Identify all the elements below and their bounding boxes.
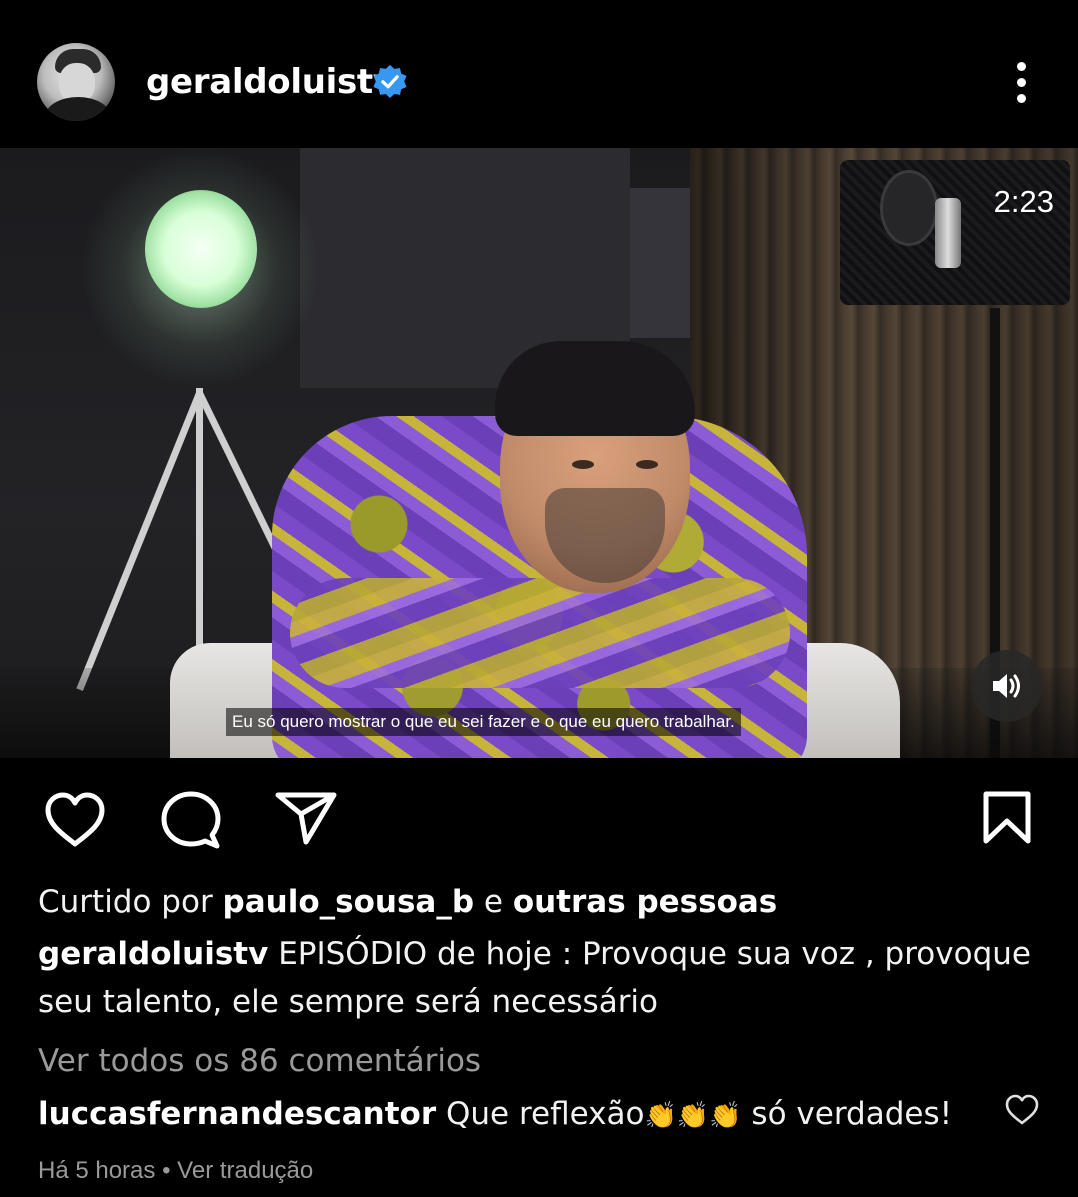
clapping-hands-emoji: 👏👏👏 (644, 1101, 742, 1131)
person-crossed-arms (290, 578, 790, 688)
video-subtitle: Eu só quero mostrar o que eu sei fazer e… (226, 708, 741, 736)
more-vertical-icon[interactable] (1004, 58, 1040, 106)
comment-bubble-icon[interactable] (160, 790, 222, 850)
comment-text-end: só verdades! (741, 1096, 953, 1132)
pop-filter (880, 170, 938, 246)
person-eye (636, 460, 658, 469)
comment-heart-icon[interactable] (1004, 1094, 1040, 1126)
caption-username[interactable]: geraldoluistv (38, 936, 268, 972)
person-eye (572, 460, 594, 469)
post-username[interactable]: geraldoluistv (146, 58, 395, 106)
top-comment: luccasfernandescantor Que reflexão👏👏👏 só… (38, 1090, 952, 1140)
verified-badge-icon (373, 64, 407, 98)
post-header: geraldoluistv (0, 0, 1078, 148)
liked-by-others[interactable]: outras pessoas (513, 884, 777, 920)
avatar-body (45, 97, 111, 121)
studio-light (145, 190, 257, 308)
likes-prefix: Curtido por (38, 884, 223, 920)
liked-by-user[interactable]: paulo_sousa_b (223, 884, 474, 920)
studio-microphone (935, 198, 961, 268)
likes-connector: e (474, 884, 513, 920)
likes-summary[interactable]: Curtido por paulo_sousa_b e outras pesso… (38, 880, 777, 924)
person-hair (495, 341, 695, 436)
heart-icon[interactable] (44, 792, 106, 848)
post-video[interactable] (0, 148, 1078, 758)
send-icon[interactable] (274, 790, 338, 846)
see-translation-link[interactable]: Ver tradução (177, 1157, 313, 1184)
post-caption: geraldoluistv EPISÓDIO de hoje : Provoqu… (38, 930, 1048, 1026)
post-timestamp: Há 5 horas (38, 1157, 156, 1184)
post-meta: Há 5 horas • Ver tradução (38, 1154, 313, 1188)
view-all-comments-link[interactable]: Ver todos os 86 comentários (38, 1038, 481, 1084)
video-duration: 2:23 (993, 184, 1054, 219)
sound-toggle-button[interactable] (971, 650, 1043, 722)
comment-text: Que reflexão (436, 1096, 645, 1132)
avatar[interactable] (37, 43, 115, 121)
comment-username[interactable]: luccasfernandescantor (38, 1096, 436, 1132)
meta-separator: • (155, 1157, 178, 1184)
volume-on-icon (993, 674, 1020, 698)
bookmark-icon[interactable] (982, 790, 1032, 846)
